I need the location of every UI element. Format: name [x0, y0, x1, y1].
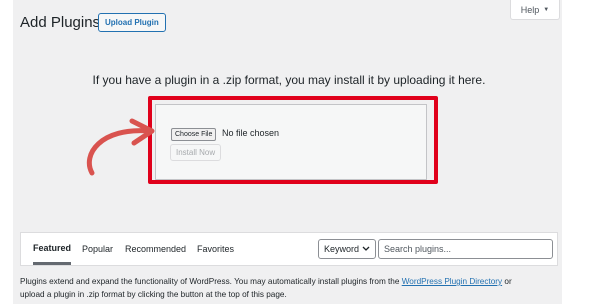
tab-recommended[interactable]: Recommended	[125, 233, 186, 265]
plugin-filter-bar: Featured Popular Recommended Favorites K…	[20, 232, 558, 266]
chevron-down-icon	[362, 246, 370, 251]
help-tab-label: Help	[520, 4, 540, 15]
tab-popular[interactable]: Popular	[82, 233, 113, 265]
help-tab[interactable]: Help ▼	[510, 0, 560, 20]
search-type-select[interactable]: Keyword	[318, 239, 376, 259]
page-title: Add Plugins	[20, 14, 101, 31]
upload-plugin-button[interactable]: Upload Plugin	[98, 13, 166, 32]
description-text: Plugins extend and expand the functional…	[20, 277, 402, 286]
tab-featured[interactable]: Featured	[33, 233, 72, 265]
upload-instructions: If you have a plugin in a .zip format, y…	[92, 73, 486, 87]
plugin-directory-link[interactable]: WordPress Plugin Directory	[402, 277, 502, 286]
description-text-end: or	[502, 277, 512, 286]
tab-favorites[interactable]: Favorites	[197, 233, 234, 265]
annotation-arrow-icon	[86, 118, 155, 176]
description-second-line: upload a plugin in .zip format by clicki…	[20, 290, 287, 299]
plugins-description: Plugins extend and expand the functional…	[20, 275, 560, 301]
highlight-annotation-frame	[148, 96, 438, 184]
search-type-value: Keyword	[324, 244, 360, 254]
search-plugins-input[interactable]	[378, 239, 553, 259]
caret-down-icon: ▼	[543, 6, 550, 13]
